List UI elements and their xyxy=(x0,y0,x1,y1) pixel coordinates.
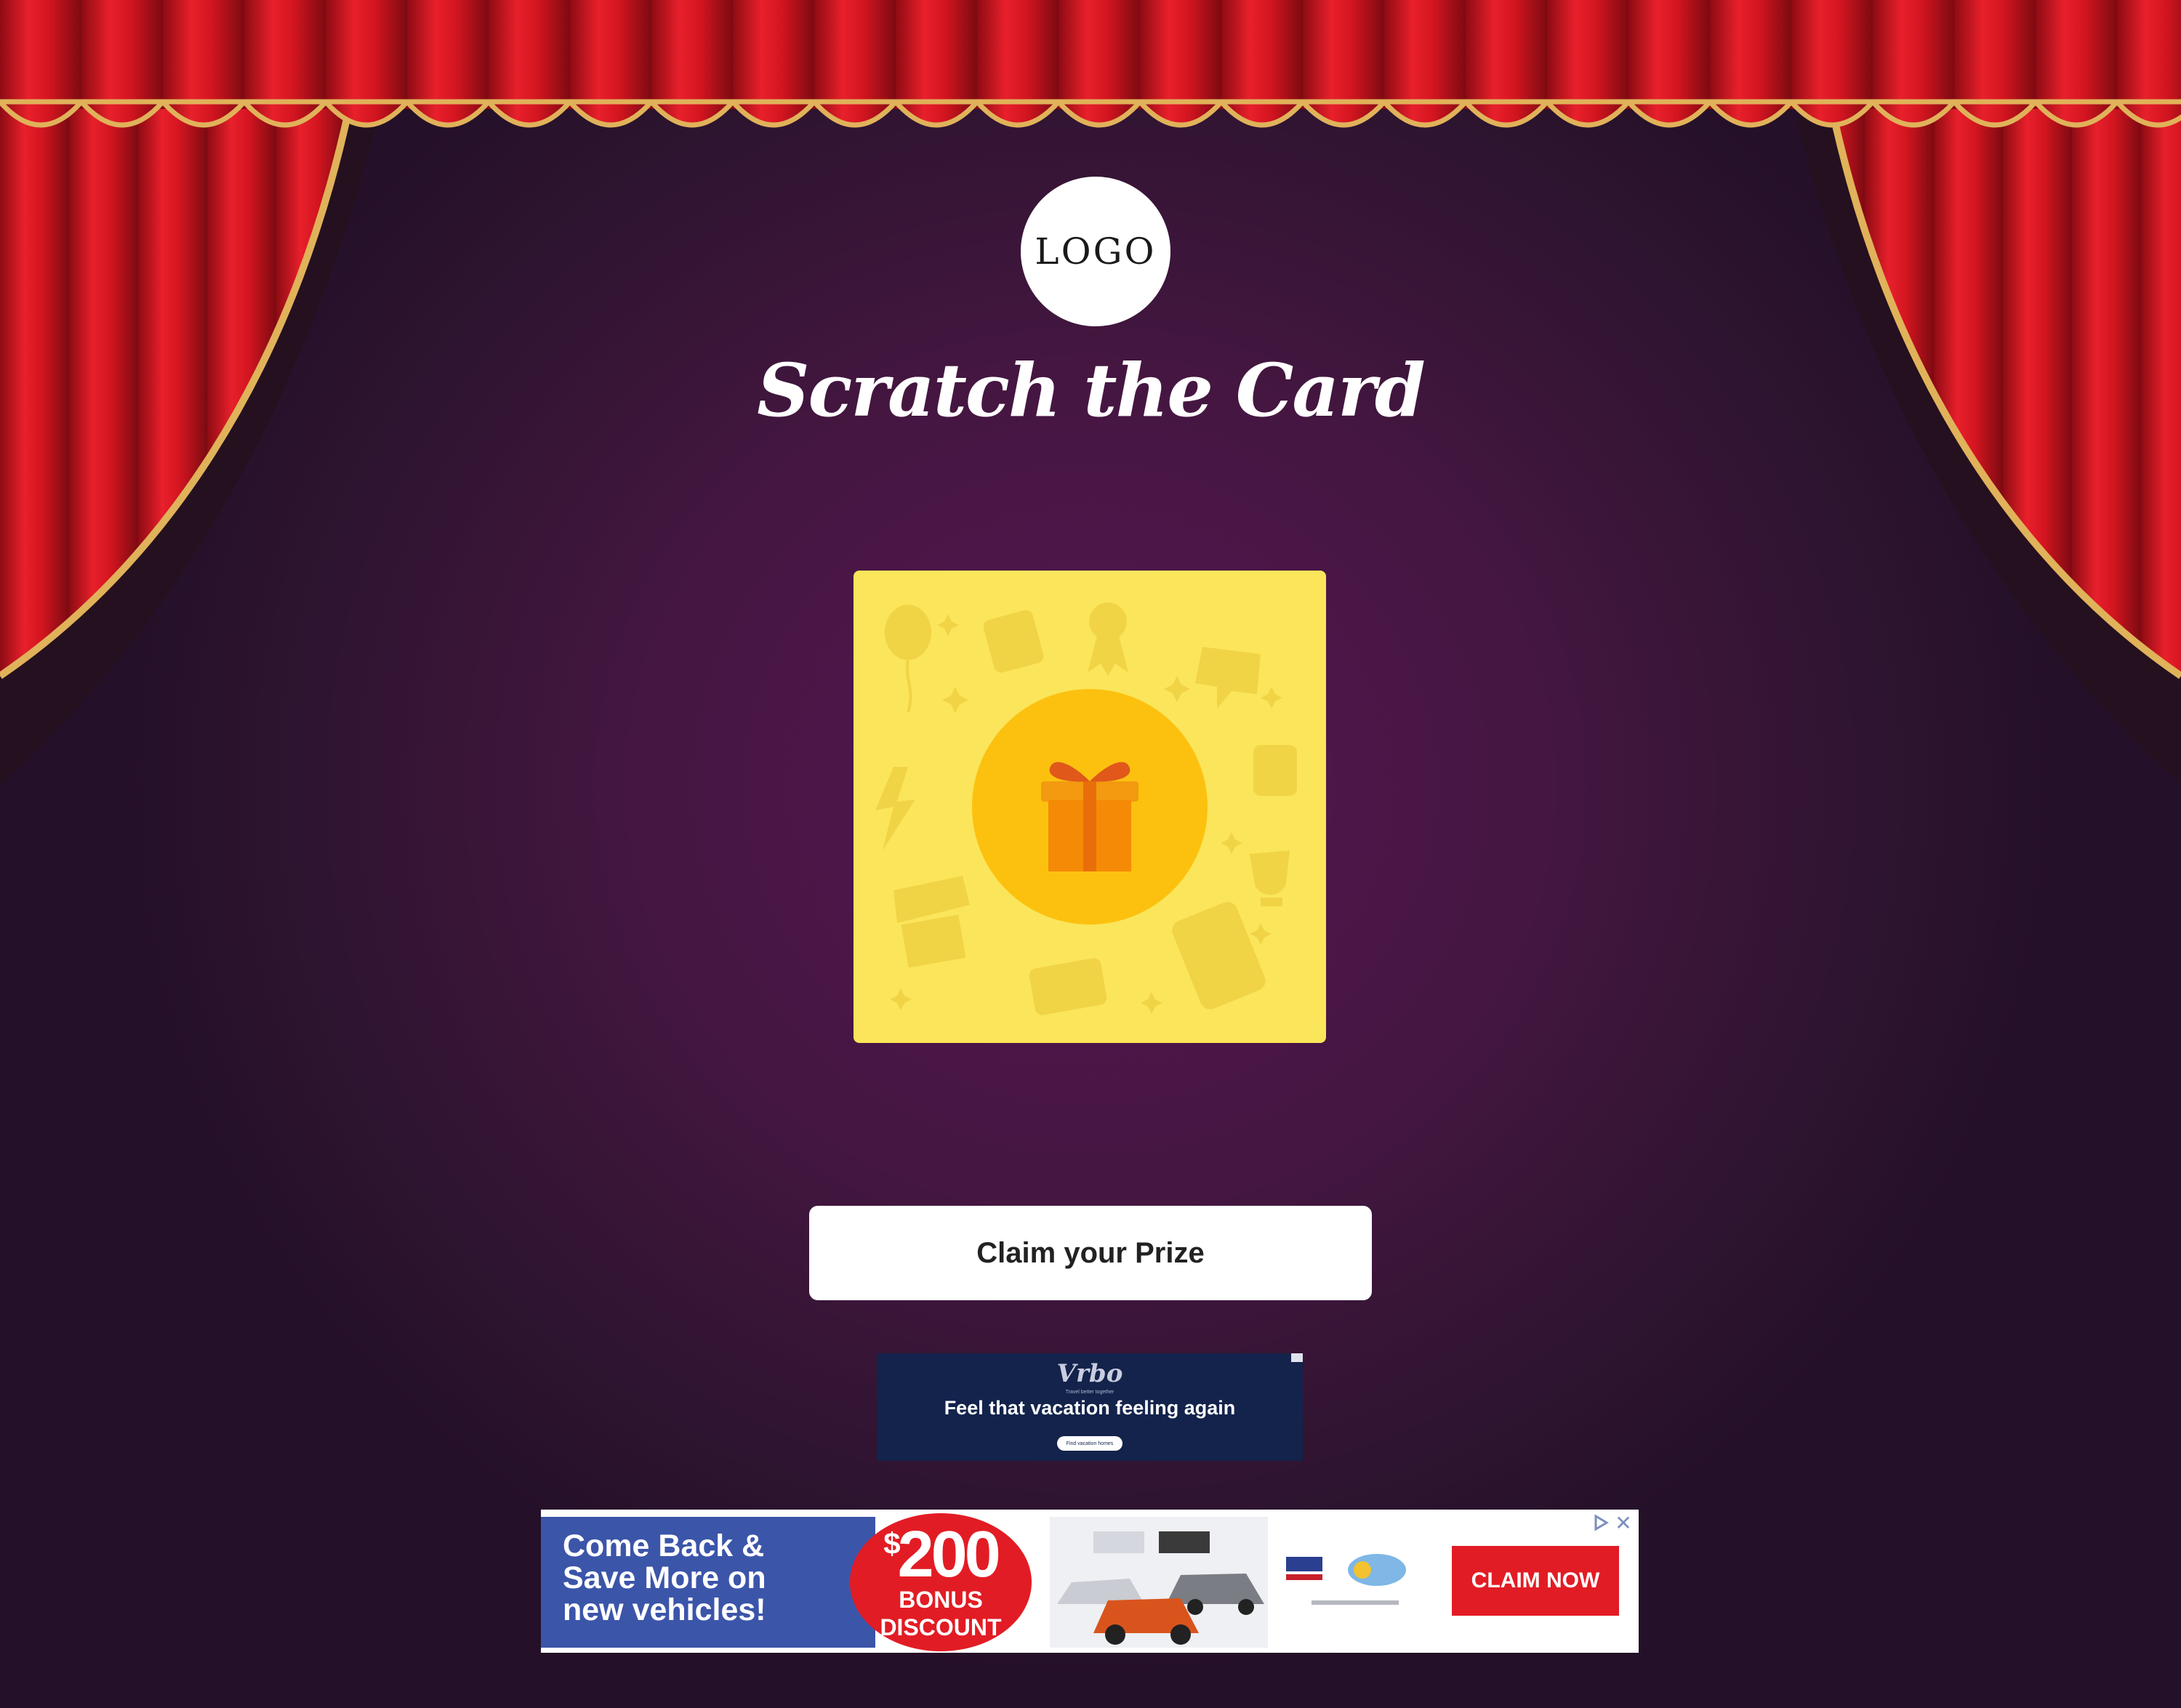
ad-info-icon[interactable] xyxy=(1291,1353,1303,1362)
ribbon-award-icon xyxy=(1088,603,1128,676)
valance-scallop xyxy=(1623,99,1716,128)
wallet-icon xyxy=(1253,745,1297,796)
logo: LOGO xyxy=(1021,177,1170,326)
vehicle-ad-banner[interactable]: Come Back & Save More on new vehicles! $… xyxy=(541,1510,1639,1653)
valance-scallop xyxy=(1216,99,1309,128)
ad-lead-line: Come Back & xyxy=(563,1528,765,1563)
smiley-phone-icon xyxy=(1172,901,1266,1010)
valance-scallop xyxy=(401,99,494,128)
close-icon[interactable]: ✕ xyxy=(1614,1513,1633,1534)
dealer-logos xyxy=(1286,1554,1406,1605)
claim-now-button[interactable]: CLAIM NOW xyxy=(1452,1546,1619,1616)
vehicles-image xyxy=(1050,1517,1268,1648)
balloon-icon xyxy=(885,605,931,713)
valance-scallop xyxy=(483,99,576,128)
bonus-badge: $200 BONUS DISCOUNT xyxy=(850,1513,1032,1651)
lightning-icon xyxy=(875,767,915,850)
valance-scallop xyxy=(808,99,901,128)
bonus-label: BONUS DISCOUNT xyxy=(850,1586,1032,1641)
vrbo-cta-button[interactable]: Find vacation homes xyxy=(1057,1436,1122,1451)
ad-lead-line: new vehicles! xyxy=(563,1592,766,1627)
bonus-label-line: DISCOUNT xyxy=(880,1614,1002,1640)
valance-scallop xyxy=(564,99,657,128)
currency-symbol: $ xyxy=(883,1526,900,1560)
vrbo-ad[interactable]: Vrbo Travel better together Feel that va… xyxy=(877,1353,1303,1461)
valance-scallop xyxy=(727,99,820,128)
bonus-amount-value: 200 xyxy=(897,1518,1001,1591)
scratch-card[interactable] xyxy=(853,571,1326,1043)
valance-scallop xyxy=(1134,99,1227,128)
valance-scallop xyxy=(1378,99,1471,128)
page: /* drawn below */ LOGO Scratch the Card xyxy=(0,0,2181,1708)
claim-prize-button[interactable]: Claim your Prize xyxy=(809,1206,1372,1300)
bonus-label-line: BONUS xyxy=(899,1587,983,1613)
logo-text: LOGO xyxy=(1035,230,1157,273)
rupee-bubble-icon xyxy=(1195,647,1261,709)
valance-scallop xyxy=(1053,99,1146,128)
valance-scallop xyxy=(971,99,1064,128)
credit-card-icon xyxy=(1029,958,1107,1015)
valance-scallop xyxy=(1704,99,1797,128)
vrbo-headline: Feel that vacation feeling again xyxy=(944,1397,1236,1419)
wallet-icon xyxy=(983,610,1044,673)
valance-scallop xyxy=(646,99,739,128)
vrbo-logo: Vrbo xyxy=(1056,1359,1123,1388)
page-title: Scratch the Card xyxy=(757,347,1426,433)
valance-scallop xyxy=(1297,99,1390,128)
trophy-icon xyxy=(1250,850,1290,906)
adchoices-icon[interactable] xyxy=(1592,1514,1610,1531)
valance-scallop xyxy=(1541,99,1634,128)
bonus-amount: $200 xyxy=(850,1518,1032,1592)
vrbo-tagline: Travel better together xyxy=(1065,1390,1114,1395)
storefront-icon xyxy=(893,876,970,968)
ad-lead-text: Come Back & Save More on new vehicles! xyxy=(563,1530,766,1626)
ad-lead-line: Save More on xyxy=(563,1560,766,1595)
scratch-card-art xyxy=(875,603,1297,1015)
valance-scallop xyxy=(890,99,983,128)
valance-scallop xyxy=(1460,99,1553,128)
